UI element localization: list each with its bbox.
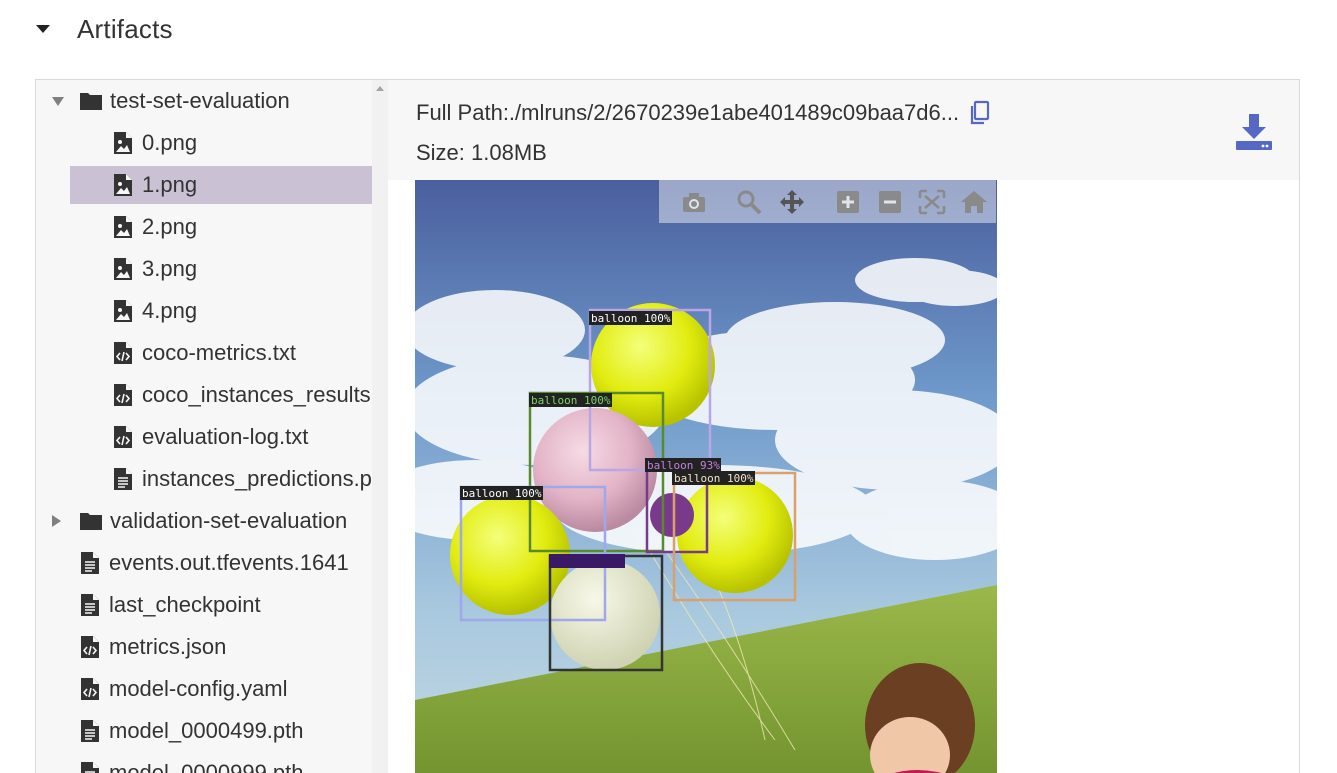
tree-folder-row[interactable]: test-set-evaluation bbox=[36, 82, 388, 120]
detection-label: balloon 100% bbox=[591, 312, 671, 325]
tree-file-row[interactable]: model_0000999.pth bbox=[36, 754, 388, 773]
detection-label: balloon 100% bbox=[531, 394, 611, 407]
tree-item-label: validation-set-evaluation bbox=[110, 508, 348, 533]
tree-item-label: coco_instances_results.json bbox=[142, 382, 388, 407]
tree-item-label: model-config.yaml bbox=[109, 676, 288, 701]
image-file-icon bbox=[111, 131, 135, 155]
tree-item-label: 1.png bbox=[142, 172, 198, 197]
tree-item-label: coco-metrics.txt bbox=[142, 340, 297, 365]
zoom-in-icon[interactable] bbox=[833, 188, 863, 216]
text-file-icon bbox=[78, 761, 102, 773]
tree-item-label: 2.png bbox=[142, 214, 198, 239]
preview-header: Full Path:./mlruns/2/2670239e1abe401489c… bbox=[388, 80, 1299, 180]
tree-file-row[interactable]: evaluation-log.txt bbox=[36, 418, 388, 456]
text-file-icon bbox=[78, 551, 102, 575]
text-file-icon bbox=[111, 467, 135, 491]
tree-file-row[interactable]: 1.png bbox=[70, 166, 372, 204]
image-file-icon bbox=[111, 257, 135, 281]
tree-file-row[interactable]: events.out.tfevents.1641 bbox=[36, 544, 388, 582]
folder-icon bbox=[79, 89, 103, 113]
detection-label: balloon 100% bbox=[674, 472, 754, 485]
tree-file-row[interactable]: last_checkpoint bbox=[36, 586, 388, 624]
detection-label: balloon 93% bbox=[551, 555, 624, 568]
tree-file-row[interactable]: 2.png bbox=[36, 208, 388, 246]
image-file-icon bbox=[111, 299, 135, 323]
tree-item-label: test-set-evaluation bbox=[110, 88, 290, 113]
tree-item-label: evaluation-log.txt bbox=[142, 424, 309, 449]
image-file-icon bbox=[111, 173, 135, 197]
code-file-icon bbox=[78, 635, 102, 659]
expand-arrow-right-icon[interactable] bbox=[52, 515, 61, 527]
reset-axes-icon[interactable] bbox=[959, 188, 989, 216]
tree-file-row[interactable]: 3.png bbox=[36, 250, 388, 288]
copy-icon[interactable] bbox=[969, 100, 991, 126]
text-file-icon bbox=[78, 719, 102, 743]
tree-file-row[interactable]: coco-metrics.txt bbox=[36, 334, 388, 372]
artifact-tree: test-set-evaluation 0.png 1.png 2.png 3.png 4… bbox=[36, 80, 388, 773]
tree-item-label: 3.png bbox=[142, 256, 198, 281]
plot-modebar bbox=[659, 180, 996, 223]
caret-down-icon bbox=[36, 25, 50, 33]
full-path-text: Full Path:./mlruns/2/2670239e1abe401489c… bbox=[416, 100, 960, 125]
tree-item-label: metrics.json bbox=[109, 634, 227, 659]
section-title: Artifacts bbox=[77, 13, 173, 44]
artifacts-panel: test-set-evaluation 0.png 1.png 2.png 3.png 4… bbox=[35, 79, 1300, 773]
full-path: Full Path:./mlruns/2/2670239e1abe401489c… bbox=[416, 100, 991, 126]
tree-file-row[interactable]: 4.png bbox=[36, 292, 388, 330]
tree-item-label: last_checkpoint bbox=[109, 592, 261, 617]
zoom-out-icon[interactable] bbox=[875, 188, 905, 216]
tree-file-row[interactable]: 0.png bbox=[36, 124, 388, 162]
image-viewer[interactable]: balloon 100% balloon 100% balloon 93% ba… bbox=[415, 180, 997, 773]
expand-arrow-down-icon[interactable] bbox=[52, 96, 64, 106]
folder-icon bbox=[79, 509, 103, 533]
scroll-up-arrow-icon[interactable] bbox=[376, 86, 384, 91]
artifacts-section-toggle[interactable]: Artifacts bbox=[36, 12, 173, 46]
file-size: Size: 1.08MB bbox=[416, 140, 547, 165]
tree-item-label: events.out.tfevents.1641 bbox=[109, 550, 349, 575]
code-file-icon bbox=[111, 383, 135, 407]
tree-item-label: model_0000499.pth bbox=[109, 718, 304, 743]
autoscale-icon[interactable] bbox=[917, 188, 947, 216]
tree-file-row[interactable]: model-config.yaml bbox=[36, 670, 388, 708]
tree-item-label: 4.png bbox=[142, 298, 198, 323]
tree-item-label: instances_predictions.pth bbox=[142, 466, 388, 491]
code-file-icon bbox=[111, 341, 135, 365]
tree-item-label: 0.png bbox=[142, 130, 198, 155]
tree-file-row[interactable]: coco_instances_results.json bbox=[36, 376, 388, 414]
text-file-icon bbox=[78, 593, 102, 617]
code-file-icon bbox=[111, 425, 135, 449]
tree-file-row[interactable]: instances_predictions.pth bbox=[36, 460, 388, 498]
tree-file-row[interactable]: metrics.json bbox=[36, 628, 388, 666]
tree-scrollbar[interactable] bbox=[372, 80, 388, 773]
detection-label: balloon 100% bbox=[462, 487, 542, 500]
preview-image: balloon 100% balloon 100% balloon 93% ba… bbox=[415, 180, 997, 773]
image-file-icon bbox=[111, 215, 135, 239]
tree-file-row[interactable]: model_0000499.pth bbox=[36, 712, 388, 750]
tree-item-label: model_0000999.pth bbox=[109, 760, 304, 773]
download-icon[interactable] bbox=[1234, 112, 1274, 152]
detection-label: balloon 93% bbox=[647, 459, 720, 472]
camera-icon[interactable] bbox=[679, 188, 709, 216]
pan-icon[interactable] bbox=[777, 188, 807, 216]
zoom-icon[interactable] bbox=[734, 188, 764, 216]
code-file-icon bbox=[78, 677, 102, 701]
tree-folder-row[interactable]: validation-set-evaluation bbox=[36, 502, 388, 540]
